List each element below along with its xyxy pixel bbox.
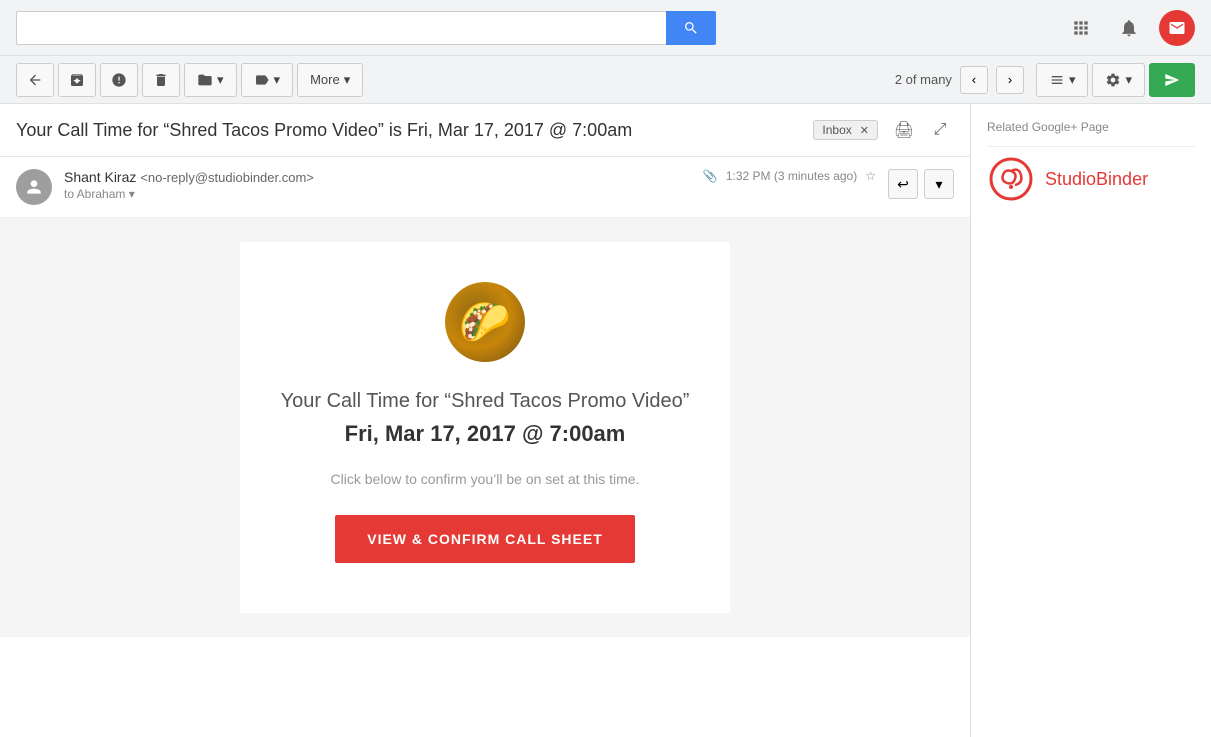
call-time-title: Your Call Time for “Shred Tacos Promo Vi… [270, 390, 700, 413]
toolbar: ▾ ▾ More ▾ 2 of many ‹ › ▾ ▾ [0, 56, 1211, 104]
email-actions: ↩ ▾ [888, 169, 954, 199]
sender-email: <no-reply@studiobinder.com> [140, 170, 314, 185]
labels-button[interactable]: ▾ [241, 63, 294, 97]
star-icon[interactable]: ☆ [865, 169, 876, 183]
email-sidebar: Related Google+ Page StudioBinder [971, 104, 1211, 737]
avatar [16, 169, 52, 205]
sender-name-line: Shant Kiraz <no-reply@studiobinder.com> [64, 169, 691, 185]
sender-info: Shant Kiraz <no-reply@studiobinder.com> … [64, 169, 691, 201]
related-label: Related Google+ Page [987, 120, 1195, 134]
search-area [16, 11, 716, 45]
call-time-date: Fri, Mar 17, 2017 @ 7:00am [270, 421, 700, 447]
top-icons [1063, 10, 1195, 46]
inbox-badge: Inbox ✕ [813, 120, 878, 140]
sender-to: to Abraham ▾ [64, 187, 691, 201]
delete-button[interactable] [142, 63, 180, 97]
more-button[interactable]: More ▾ [297, 63, 363, 97]
more-actions-button[interactable]: ▾ [924, 169, 954, 199]
more-label: More [310, 72, 340, 87]
compose-icon-button[interactable] [1159, 10, 1195, 46]
email-subject-bar: Your Call Time for “Shred Tacos Promo Vi… [0, 104, 970, 157]
email-main: Your Call Time for “Shred Tacos Promo Vi… [0, 104, 971, 737]
studiobinder-logo [987, 155, 1035, 203]
next-page-button[interactable]: › [996, 66, 1024, 94]
labels-chevron-icon: ▾ [274, 72, 281, 88]
timestamp: 1:32 PM (3 minutes ago) [726, 169, 857, 183]
prev-page-button[interactable]: ‹ [960, 66, 988, 94]
notifications-icon-button[interactable] [1111, 10, 1147, 46]
to-dropdown-icon[interactable]: ▾ [129, 187, 135, 201]
email-meta: 📎 1:32 PM (3 minutes ago) ☆ [703, 169, 876, 183]
view-options-button[interactable]: ▾ [1036, 63, 1089, 97]
sender-name: Shant Kiraz [64, 169, 136, 185]
inbox-label: Inbox [822, 123, 851, 137]
top-bar [0, 0, 1211, 56]
email-area: Your Call Time for “Shred Tacos Promo Vi… [0, 104, 1211, 737]
email-header-row: Shant Kiraz <no-reply@studiobinder.com> … [0, 157, 970, 218]
confirm-call-sheet-button[interactable]: VIEW & CONFIRM CALL SHEET [335, 515, 635, 563]
send-button[interactable] [1149, 63, 1195, 97]
sidebar-brand: StudioBinder [987, 146, 1195, 203]
pagination-text: 2 of many [895, 72, 952, 87]
move-chevron-icon: ▾ [217, 72, 224, 88]
email-body: Your Call Time for “Shred Tacos Promo Vi… [0, 218, 970, 637]
archive-button[interactable] [58, 63, 96, 97]
print-icon[interactable]: 🖨 [890, 116, 918, 144]
brand-name: StudioBinder [1045, 169, 1148, 190]
grid-icon-button[interactable] [1063, 10, 1099, 46]
move-to-button[interactable]: ▾ [184, 63, 237, 97]
search-input[interactable] [16, 11, 666, 45]
expand-icon[interactable]: ⤢ [926, 116, 954, 144]
view-chevron-icon: ▾ [1069, 72, 1076, 88]
call-time-subtitle: Click below to confirm you’ll be on set … [270, 471, 700, 487]
email-card: Your Call Time for “Shred Tacos Promo Vi… [240, 242, 730, 613]
email-subject-actions: 🖨 ⤢ [890, 116, 954, 144]
attachment-icon: 📎 [703, 169, 718, 183]
reply-button[interactable]: ↩ [888, 169, 918, 199]
settings-button[interactable]: ▾ [1092, 63, 1145, 97]
project-logo-image [445, 282, 525, 362]
settings-chevron-icon: ▾ [1125, 72, 1132, 88]
back-button[interactable] [16, 63, 54, 97]
pagination: 2 of many ‹ › [895, 66, 1024, 94]
email-subject: Your Call Time for “Shred Tacos Promo Vi… [16, 120, 801, 141]
more-chevron-icon: ▾ [344, 72, 351, 88]
inbox-close-button[interactable]: ✕ [860, 124, 869, 137]
spam-button[interactable] [100, 63, 138, 97]
search-button[interactable] [666, 11, 716, 45]
